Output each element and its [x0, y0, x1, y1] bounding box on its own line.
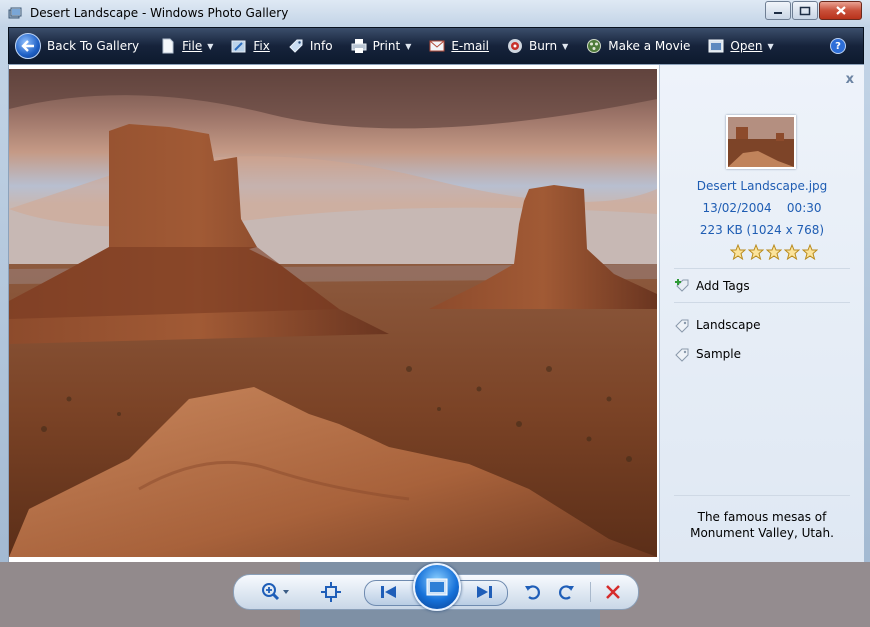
open-label: Open — [730, 39, 763, 53]
help-button[interactable]: ? — [821, 28, 855, 64]
fix-icon — [231, 40, 246, 53]
star-4-icon[interactable] — [784, 244, 800, 260]
tag-label: Sample — [696, 347, 741, 361]
maximize-button[interactable] — [792, 1, 818, 20]
make-a-movie-label: Make a Movie — [608, 39, 691, 53]
back-label: Back To Gallery — [47, 39, 140, 53]
previous-icon — [381, 586, 396, 598]
desert-landscape-image — [9, 69, 657, 557]
tag-label: Landscape — [696, 318, 761, 332]
printer-icon — [351, 39, 367, 53]
email-icon — [429, 40, 445, 52]
chevron-down-icon: ▼ — [562, 41, 569, 51]
star-1-icon[interactable] — [730, 244, 746, 260]
rating-stars — [730, 244, 820, 260]
photo-gallery-icon — [8, 7, 22, 19]
email-button[interactable]: E-mail — [420, 28, 498, 64]
rotate-left-icon — [525, 585, 540, 600]
file-size: 223 KB (1024 x 768) — [699, 223, 825, 237]
burn-menu[interactable]: Burn ▼ — [498, 28, 577, 64]
minimize-button[interactable] — [765, 1, 791, 20]
tag-item[interactable]: Landscape — [674, 317, 760, 333]
viewer-area: x Desert Landscape.jpg 13/02/2004 00:30 … — [8, 64, 864, 564]
open-icon — [708, 39, 724, 53]
print-menu[interactable]: Print ▼ — [342, 28, 421, 64]
file-label: File — [182, 39, 203, 53]
fix-label: Fix — [253, 39, 270, 53]
open-menu[interactable]: Open ▼ — [699, 28, 782, 64]
burn-label: Burn — [528, 39, 558, 53]
movie-icon — [587, 39, 602, 53]
title-bar: Desert Landscape - Windows Photo Gallery — [0, 0, 870, 27]
file-menu[interactable]: File ▼ — [148, 28, 222, 64]
next-button[interactable] — [464, 575, 504, 609]
divider — [674, 302, 850, 303]
chevron-down-icon: ▼ — [405, 41, 412, 51]
add-tags-label: Add Tags — [696, 279, 750, 293]
tag-icon — [289, 39, 303, 53]
fit-to-window-icon — [321, 582, 341, 602]
photo-thumbnail — [726, 115, 796, 169]
divider — [674, 268, 850, 269]
disc-icon — [507, 39, 522, 53]
star-3-icon[interactable] — [766, 244, 782, 260]
info-label: Info — [309, 39, 333, 53]
rotate-clockwise-button[interactable] — [552, 575, 580, 609]
star-2-icon[interactable] — [748, 244, 764, 260]
chevron-down-icon: ▼ — [767, 41, 774, 51]
file-icon — [162, 38, 174, 54]
delete-icon — [606, 585, 620, 599]
rotate-counterclockwise-button[interactable] — [519, 575, 547, 609]
info-pane: x Desert Landscape.jpg 13/02/2004 00:30 … — [659, 65, 864, 563]
divider — [590, 582, 591, 602]
photo-view[interactable] — [9, 69, 657, 557]
close-info-pane-icon[interactable]: x — [846, 72, 854, 87]
time-value: 00:30 — [786, 201, 822, 215]
delete-button[interactable] — [599, 575, 627, 609]
window-title: Desert Landscape - Windows Photo Gallery — [30, 6, 289, 20]
file-name-link[interactable]: Desert Landscape.jpg — [660, 179, 864, 193]
tag-icon — [675, 319, 689, 333]
add-tags-button[interactable]: Add Tags — [674, 278, 750, 294]
actual-size-button[interactable] — [314, 575, 348, 609]
next-icon — [477, 586, 492, 598]
close-button[interactable] — [819, 1, 862, 20]
command-bar: Back To Gallery File ▼ Fix Info Print ▼ … — [8, 27, 864, 65]
make-a-movie-button[interactable]: Make a Movie — [577, 28, 699, 64]
email-label: E-mail — [451, 39, 489, 53]
previous-button[interactable] — [369, 575, 409, 609]
slide-show-icon — [426, 578, 448, 596]
info-button[interactable]: Info — [279, 28, 342, 64]
tag-icon — [675, 348, 689, 362]
help-icon: ? — [830, 38, 846, 54]
zoom-icon — [262, 583, 289, 601]
slide-show-button[interactable] — [413, 563, 461, 611]
add-tag-icon — [675, 279, 689, 292]
divider — [674, 495, 850, 496]
fix-button[interactable]: Fix — [222, 28, 278, 64]
date-taken[interactable]: 13/02/2004 00:30 — [660, 201, 864, 215]
chevron-down-icon: ▼ — [207, 41, 214, 51]
back-arrow-icon — [15, 33, 41, 59]
photo-gallery-window: Desert Landscape - Windows Photo Gallery… — [0, 0, 870, 627]
back-to-gallery-button[interactable]: Back To Gallery — [9, 28, 148, 64]
date-value: 13/02/2004 — [702, 201, 772, 215]
rotate-right-icon — [559, 585, 574, 600]
zoom-button[interactable] — [256, 575, 296, 609]
print-label: Print — [372, 39, 401, 53]
tag-item[interactable]: Sample — [674, 346, 741, 362]
photo-caption[interactable]: The famous mesas of Monument Valley, Uta… — [668, 509, 856, 541]
star-5-icon[interactable] — [802, 244, 818, 260]
